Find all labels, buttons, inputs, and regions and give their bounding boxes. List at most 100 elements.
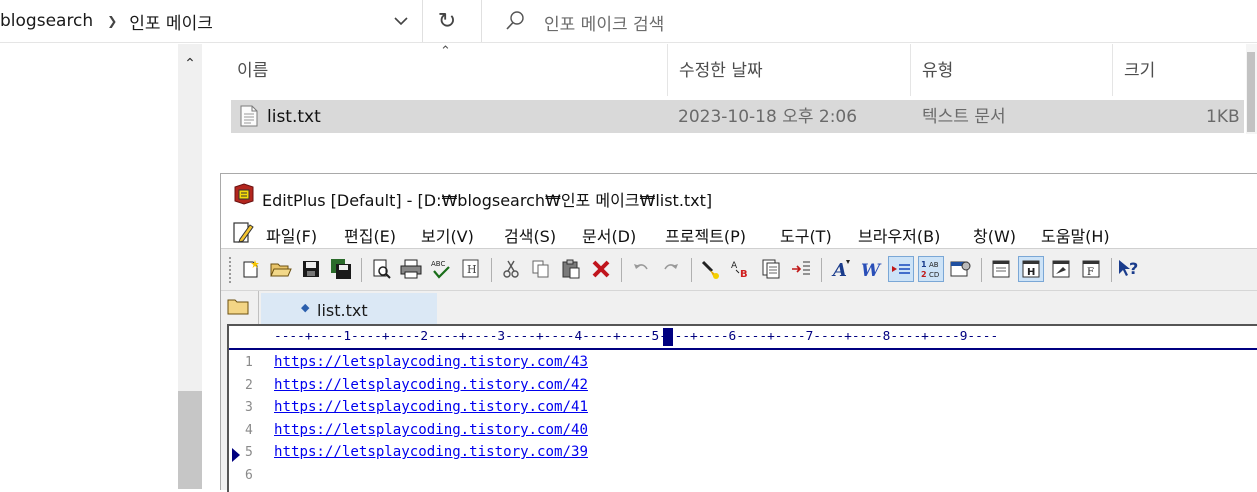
tab-label: list.txt [317,301,368,320]
code-line-link[interactable]: https://letsplaycoding.tistory.com/40 [274,422,588,438]
menu-document[interactable]: 문서(D) [582,223,636,247]
file-size: 1KB [1206,107,1240,127]
function-list-icon[interactable]: F [1079,257,1103,281]
refresh-button[interactable]: ↻ [430,6,464,36]
toolbar-separator [621,258,622,282]
chevron-right-icon[interactable]: ❯ [107,14,117,28]
address-bar: blogsearch ❯ 인포 메이크 ↻ 인포 메이크 검색 [0,0,1257,43]
menu-browser[interactable]: 브라우저(B) [858,223,940,247]
redo-icon[interactable] [659,257,683,281]
menu-window[interactable]: 창(W) [973,223,1016,247]
column-header-size[interactable]: 크기 [1124,44,1155,96]
svg-text:B: B [740,269,748,280]
refresh-icon: ↻ [437,8,457,34]
scrollbar-thumb[interactable] [1247,52,1255,132]
toolbar-separator [1111,258,1112,282]
cliptext-window-icon[interactable]: H [1018,256,1044,282]
svg-text:H: H [1027,267,1035,278]
ruler-cursor-marker [663,328,673,346]
address-history-button[interactable] [384,8,418,34]
toolbar-grip[interactable] [229,257,234,283]
menu-tools[interactable]: 도구(T) [780,223,832,247]
document-pencil-icon[interactable] [232,221,254,245]
code-line-link[interactable]: https://letsplaycoding.tistory.com/43 [274,354,588,370]
tab-list-txt[interactable]: ◆ list.txt [261,293,437,325]
toolbar-separator [981,258,982,282]
search-box[interactable]: 인포 메이크 검색 [482,0,1257,42]
menu-help[interactable]: 도움말(H) [1041,223,1110,247]
scroll-up-icon[interactable]: ⌃ [178,56,202,72]
column-divider[interactable] [667,44,668,96]
editplus-title-bar[interactable]: EditPlus [Default] - [D:₩blogsearch₩인포 메… [221,174,1257,218]
font-icon[interactable]: A [829,257,853,281]
ruler-scale: ----+----1----+----2----+----3----+----4… [274,329,999,344]
folder-icon[interactable] [227,297,249,315]
open-folder-icon[interactable] [269,257,293,281]
help-pointer-icon[interactable]: ? [1117,257,1141,281]
toolbar-separator [361,258,362,282]
toolbar: ABC H AB A W 1 AB 2 CD H F ? [221,248,1257,291]
word-wrap-icon[interactable]: W [859,257,883,281]
save-all-icon[interactable] [329,257,353,281]
search-icon [506,11,524,30]
scrollbar-thumb[interactable] [178,391,202,489]
nav-pane-scrollbar[interactable]: ⌃ [178,44,202,489]
find-in-files-icon[interactable] [759,257,783,281]
output-window-icon[interactable] [989,257,1013,281]
svg-text:A: A [831,260,847,280]
code-line-link[interactable]: https://letsplaycoding.tistory.com/41 [274,399,588,415]
svg-text:W: W [861,261,882,280]
spellcheck-icon[interactable]: ABC [429,257,453,281]
cut-icon[interactable] [499,257,523,281]
column-header-type[interactable]: 유형 [922,44,953,96]
print-icon[interactable] [399,257,423,281]
document-tab-bar: ◆ list.txt [221,290,1257,325]
code-line-link[interactable]: https://letsplaycoding.tistory.com/39 [274,444,588,460]
delete-icon[interactable] [589,257,613,281]
menu-view[interactable]: 보기(V) [421,223,474,247]
save-icon[interactable] [299,257,323,281]
toolbar-separator [491,258,492,282]
search-input[interactable]: 인포 메이크 검색 [544,10,664,35]
menu-file[interactable]: 파일(F) [266,223,317,247]
line-number: 3 [245,400,253,415]
menu-project[interactable]: 프로젝트(P) [665,223,746,247]
print-preview-icon[interactable] [369,257,393,281]
menu-edit[interactable]: 편집(E) [344,223,396,247]
breadcrumb-item-current[interactable]: 인포 메이크 [129,9,213,34]
directory-window-icon[interactable] [1049,257,1073,281]
svg-text:A: A [731,261,738,271]
svg-text:1: 1 [921,260,927,269]
html-preview-icon[interactable]: H [459,257,483,281]
breadcrumb-item-blogsearch[interactable]: blogsearch [0,11,93,31]
copy-icon[interactable] [529,257,553,281]
diamond-icon: ◆ [301,301,310,314]
column-header-name[interactable]: 이름 [237,44,268,96]
file-name[interactable]: list.txt [267,100,321,135]
svg-text:F: F [1087,267,1094,278]
line-number-icon[interactable]: 1 AB 2 CD [918,256,944,282]
file-list-scrollbar[interactable] [1246,44,1257,134]
goto-line-icon[interactable] [789,257,813,281]
svg-text:CD: CD [929,271,939,279]
replace-icon[interactable]: AB [729,257,753,281]
column-header-row: 이름 수정한 날짜 유형 크기 [205,44,1245,96]
preferences-icon[interactable] [949,257,973,281]
line-number: 2 [245,378,253,393]
svg-text:H: H [467,263,477,276]
code-line-link[interactable]: https://letsplaycoding.tistory.com/42 [274,377,588,393]
column-divider[interactable] [1112,44,1113,96]
column-header-modified[interactable]: 수정한 날짜 [679,44,763,96]
menu-search[interactable]: 검색(S) [504,223,556,247]
editor-area[interactable]: ----+----1----+----2----+----3----+----4… [227,324,1257,492]
file-row[interactable]: list.txt 2023-10-18 오후 2:06 텍스트 문서 1KB [231,100,1244,133]
line-number: 5 [245,445,253,460]
line-number: 4 [245,423,253,438]
paste-icon[interactable] [559,257,583,281]
editplus-app-icon [234,183,254,205]
find-icon[interactable] [699,257,723,281]
column-divider[interactable] [910,44,911,96]
indent-guide-icon[interactable] [888,256,914,282]
undo-icon[interactable] [629,257,653,281]
new-file-icon[interactable] [239,257,263,281]
